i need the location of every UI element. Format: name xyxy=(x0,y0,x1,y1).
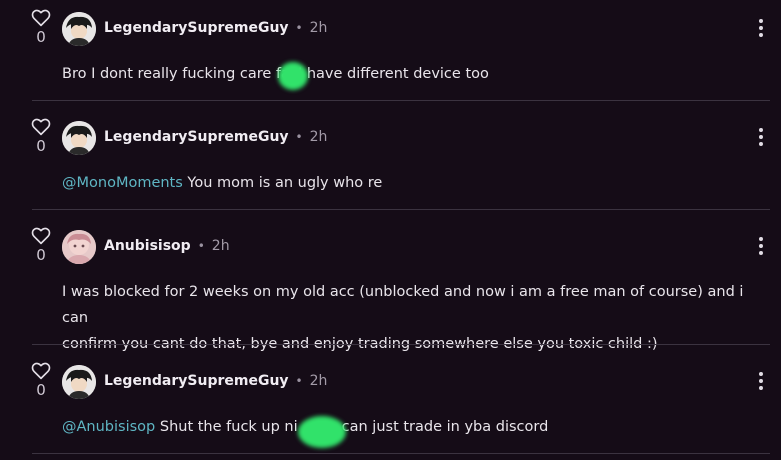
heart-icon[interactable] xyxy=(31,227,51,245)
divider xyxy=(32,344,770,345)
username[interactable]: LegendarySupremeGuy xyxy=(104,20,289,36)
vote-control: 0 xyxy=(28,362,54,398)
mention-link[interactable]: @MonoMoments xyxy=(62,175,183,191)
separator-dot: • xyxy=(295,130,303,144)
username[interactable]: Anubisisop xyxy=(104,238,191,254)
vote-count: 0 xyxy=(36,28,46,46)
heart-icon[interactable] xyxy=(31,362,51,380)
comment-text: I was blocked for 2 weeks on my old acc … xyxy=(62,279,774,357)
comment-meta: LegendarySupremeGuy • 2h xyxy=(104,128,327,146)
avatar[interactable] xyxy=(62,12,96,46)
vote-count: 0 xyxy=(36,246,46,264)
comment-text-part: You mom is an ugly who re xyxy=(182,175,383,191)
comment-text-part: I have different device too xyxy=(297,66,489,82)
comment-text-part: Bro I dont really fucking care fa xyxy=(62,66,290,82)
avatar[interactable] xyxy=(62,121,96,155)
black-haired-character-avatar-icon xyxy=(62,121,96,155)
vote-control: 0 xyxy=(28,118,54,154)
timestamp: 2h xyxy=(309,373,328,389)
comment-meta: Anubisisop • 2h xyxy=(104,237,230,255)
avatar[interactable] xyxy=(62,365,96,399)
vote-count: 0 xyxy=(36,381,46,399)
comment-feed: 0 LegendarySupremeGuy • 2h Bro I dont real… xyxy=(0,0,781,460)
username[interactable]: LegendarySupremeGuy xyxy=(104,373,289,389)
comment-text-part: Shut the fuck up ni xyxy=(155,419,298,435)
black-haired-character-avatar-icon xyxy=(62,365,96,399)
comment-item: 0 LegendarySupremeGuy • 2h Bro I dont real… xyxy=(0,0,781,100)
comment-meta: LegendarySupremeGuy • 2h xyxy=(104,372,327,390)
comment-item: 0 LegendarySupremeGuy • 2h @Anubisisop Shu… xyxy=(0,353,781,453)
avatar[interactable] xyxy=(62,230,96,264)
separator-dot: • xyxy=(295,374,303,388)
comment-meta: LegendarySupremeGuy • 2h xyxy=(104,19,327,37)
comment-text: @Anubisisop Shut the fuck up ni can just … xyxy=(62,414,774,440)
comment-item: 0 Anubisisop • 2h I was blocked for 2 week… xyxy=(0,218,781,352)
more-options-icon[interactable] xyxy=(754,372,768,392)
timestamp: 2h xyxy=(211,238,230,254)
comment-item: 0 LegendarySupremeGuy • 2h @MonoMoments Yo… xyxy=(0,109,781,209)
vote-count: 0 xyxy=(36,137,46,155)
heart-icon[interactable] xyxy=(31,9,51,27)
comment-text: Bro I dont really fucking care fa I have … xyxy=(62,61,774,87)
divider xyxy=(32,209,770,210)
comment-text-part: can just trade in yba discord xyxy=(341,419,549,435)
censor-blob xyxy=(278,62,308,90)
username[interactable]: LegendarySupremeGuy xyxy=(104,129,289,145)
separator-dot: • xyxy=(295,21,303,35)
mention-link[interactable]: @Anubisisop xyxy=(62,419,155,435)
divider xyxy=(32,100,770,101)
vote-control: 0 xyxy=(28,9,54,45)
separator-dot: • xyxy=(197,239,205,253)
black-haired-character-avatar-icon xyxy=(62,12,96,46)
divider xyxy=(32,453,770,454)
timestamp: 2h xyxy=(309,129,328,145)
timestamp: 2h xyxy=(309,20,328,36)
vote-control: 0 xyxy=(28,227,54,263)
censor-blob xyxy=(298,416,346,448)
heart-icon[interactable] xyxy=(31,118,51,136)
more-options-icon[interactable] xyxy=(754,128,768,148)
more-options-icon[interactable] xyxy=(754,19,768,39)
comment-text: @MonoMoments You mom is an ugly who re xyxy=(62,170,774,196)
comment-text-line: I was blocked for 2 weeks on my old acc … xyxy=(62,284,744,326)
pink-character-avatar-icon xyxy=(62,230,96,264)
more-options-icon[interactable] xyxy=(754,237,768,257)
